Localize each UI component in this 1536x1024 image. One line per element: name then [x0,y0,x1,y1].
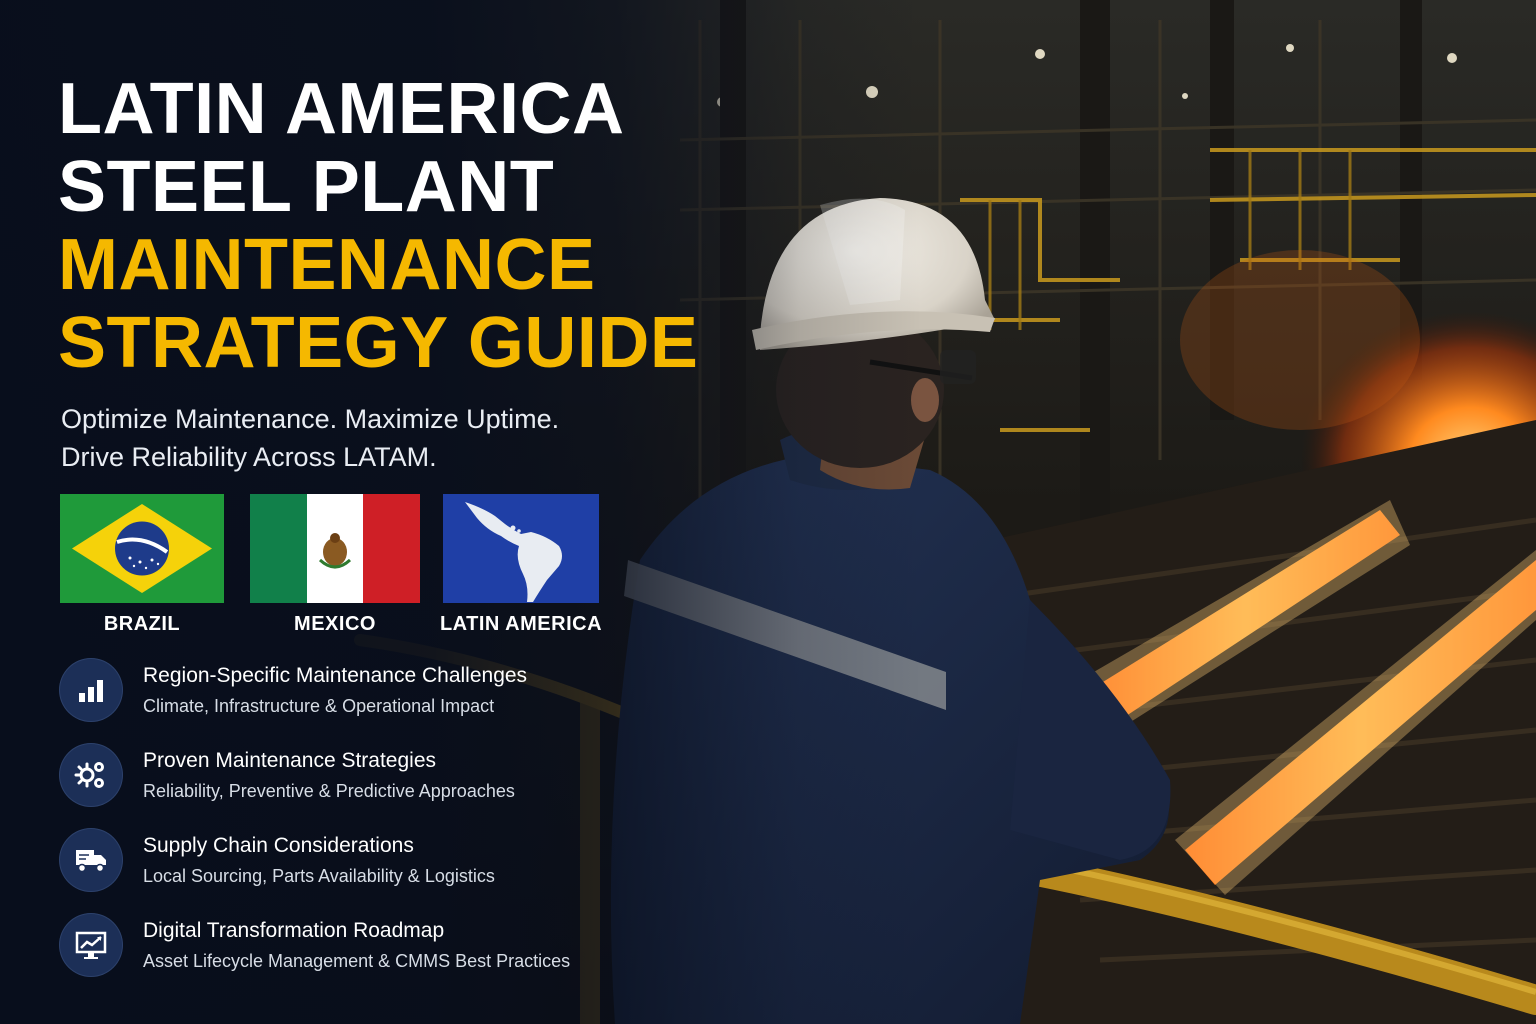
flag-mexico: MEXICO [250,494,420,635]
title-line-4: STRATEGY GUIDE [58,303,699,383]
feature-subtext: Climate, Infrastructure & Operational Im… [143,696,495,716]
feature-subtext: Local Sourcing, Parts Availability & Log… [143,866,495,886]
feature-item: Digital Transformation Roadmap Asset Lif… [59,911,679,981]
feature-item: Proven Maintenance Strategies Reliabilit… [59,741,679,811]
feature-heading: Supply Chain Considerations [143,834,414,857]
latin-america-map-icon [443,494,599,603]
delivery-truck-icon [59,828,123,892]
flag-brazil: BRAZIL [60,494,224,635]
feature-subtext: Reliability, Preventive & Predictive App… [143,781,515,801]
title-line-2: STEEL PLANT [58,147,555,227]
mexico-flag-icon [250,494,420,603]
tagline: Optimize Maintenance. Maximize Uptime. D… [61,400,559,476]
feature-heading: Digital Transformation Roadmap [143,919,445,942]
feature-item: Region-Specific Maintenance Challenges C… [59,656,679,726]
page-title: LATIN AMERICA STEEL PLANT MAINTENANCE ST… [58,70,698,382]
tagline-line-1: Optimize Maintenance. Maximize Uptime. [61,404,560,434]
flag-label-latin-america: LATIN AMERICA [439,613,603,635]
flag-label-mexico: MEXICO [294,613,376,635]
feature-subtext: Asset Lifecycle Management & CMMS Best P… [143,951,571,971]
tagline-line-2: Drive Reliability Across LATAM. [61,442,437,472]
feature-item: Supply Chain Considerations Local Sourci… [59,826,679,896]
title-line-1: LATIN AMERICA [58,69,625,149]
flag-latin-america: LATIN AMERICA [440,494,602,635]
monitor-chart-icon [59,913,123,977]
gears-icon [59,743,123,807]
title-line-3: MAINTENANCE [58,225,596,305]
feature-heading: Proven Maintenance Strategies [143,749,437,772]
feature-heading: Region-Specific Maintenance Challenges [143,664,528,687]
bar-chart-icon [59,658,123,722]
flag-label-brazil: BRAZIL [103,613,181,635]
brazil-flag-icon [60,494,224,603]
